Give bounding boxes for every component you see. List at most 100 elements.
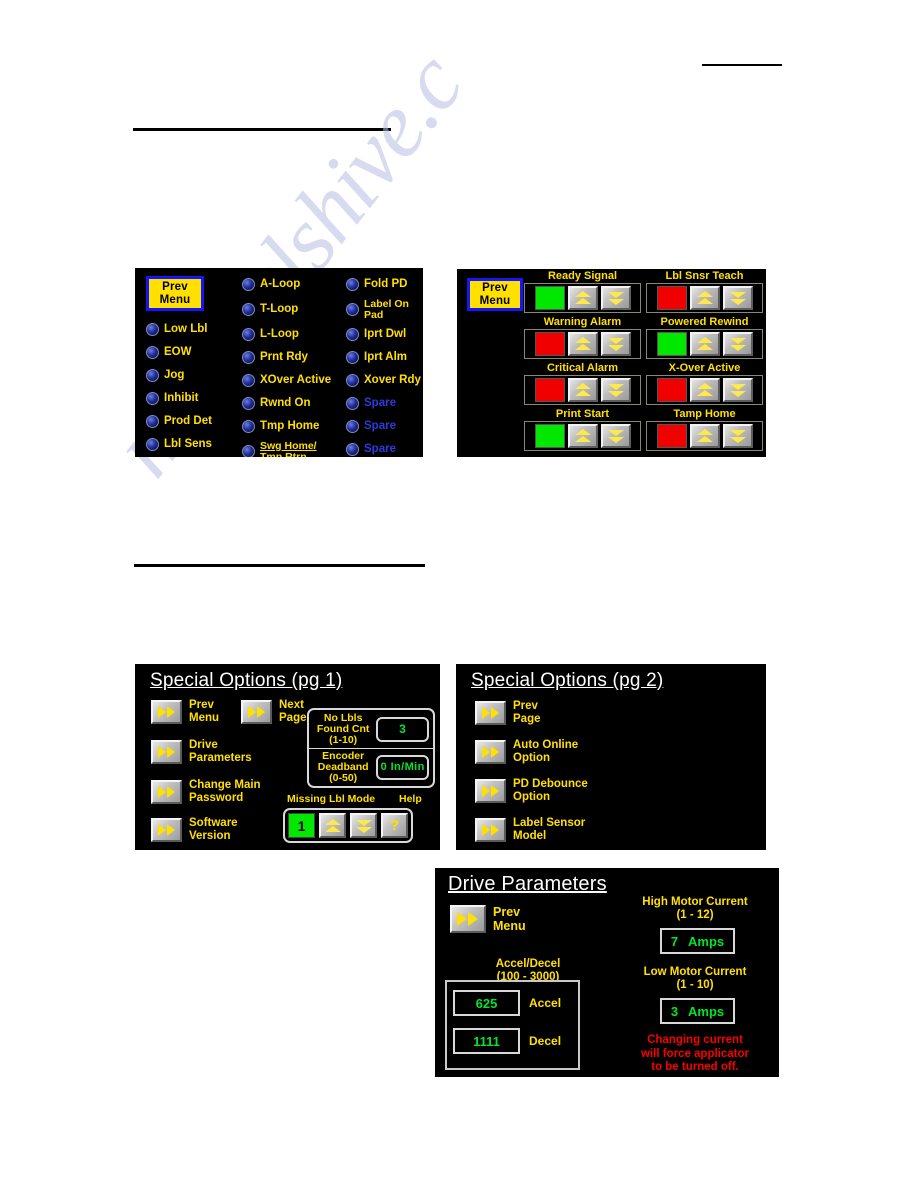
drive-parameters-button[interactable]: Drive Parameters [151,739,252,765]
io-item[interactable]: Rwnd On [242,392,342,415]
signal-state-indicator[interactable] [534,286,565,310]
io-item[interactable]: Fold PD [346,273,423,296]
label-sensor-model-button[interactable]: Label Sensor Model [475,817,585,843]
increment-button[interactable] [567,424,598,448]
button-label: Drive Parameters [189,739,252,765]
io-item[interactable]: Xover Rdy [346,369,423,392]
double-triangle-right-icon [481,784,499,797]
io-item[interactable]: XOver Active [242,369,342,392]
io-item[interactable]: Spare [346,392,423,415]
no-lbls-found-cnt-label: No Lbls Found Cnt (1-10) [313,713,373,746]
prev-menu-button[interactable]: Prev Menu [450,905,526,933]
io-item-label: Prnt Rdy [260,350,308,363]
signal-group-controls [646,421,763,451]
prev-menu-line2: Menu [479,294,511,307]
io-item[interactable]: L-Loop [242,323,342,346]
high-motor-current-unit: Amps [688,933,725,949]
signal-state-indicator[interactable] [534,378,565,402]
signal-state-indicator[interactable] [534,424,565,448]
chevron-down-icon [607,430,624,443]
next-page-button[interactable]: Next Page [241,699,307,725]
decrement-button[interactable] [722,378,753,402]
low-motor-current-field[interactable]: 3 Amps [660,998,735,1024]
button-label-line2: Page [279,711,307,724]
io-item[interactable]: A-Loop [242,273,342,296]
increment-button[interactable] [567,378,598,402]
increment-button[interactable] [567,286,598,310]
warning-line3: to be turned off. [651,1061,739,1074]
signal-state-indicator[interactable] [656,286,687,310]
signal-state-indicator[interactable] [656,332,687,356]
decrement-button[interactable] [722,424,753,448]
high-motor-current-field[interactable]: 7 Amps [660,928,735,954]
low-motor-current-line2: (1 - 10) [676,978,714,991]
decrement-button[interactable] [600,332,631,356]
io-item[interactable]: Label On Pad [346,296,423,323]
led-indicator-icon [242,374,255,387]
io-item[interactable]: Tmp Home [242,415,342,438]
decrement-button[interactable] [722,286,753,310]
missing-lbl-mode-value[interactable]: 1 [288,813,315,838]
io-item[interactable]: EOW [146,341,226,364]
decel-value-field[interactable]: 1111 [453,1028,520,1054]
decrement-button[interactable] [600,378,631,402]
prev-menu-button[interactable]: Prev Menu [467,278,523,311]
decrement-button[interactable] [600,424,631,448]
increment-button[interactable] [689,332,720,356]
signal-state-indicator[interactable] [656,378,687,402]
increment-button[interactable] [689,286,720,310]
led-indicator-icon [242,351,255,364]
prev-menu-button[interactable]: Prev Menu [146,276,204,311]
software-version-button[interactable]: Software Version [151,817,238,843]
button-label-line2: Option [513,790,551,803]
io-item[interactable]: Prnt Rdy [242,346,342,369]
io-item[interactable]: Spare [346,438,423,457]
accel-decel-header-line1: Accel/Decel [495,958,561,970]
io-item-label: Xover Rdy [364,373,421,386]
low-motor-current-unit: Amps [688,1003,725,1019]
increment-button[interactable] [319,813,346,838]
double-triangle-right-icon [157,823,175,836]
io-item-label: Label On Pad [364,297,409,321]
double-triangle-right-icon [481,823,499,836]
change-main-password-button[interactable]: Change Main Password [151,779,261,805]
decrement-button[interactable] [722,332,753,356]
signal-state-indicator[interactable] [656,424,687,448]
io-item[interactable]: Inhibit [146,387,226,410]
panel-title: Special Options (pg 2) [471,670,664,691]
io-item[interactable]: Prod Det [146,410,226,433]
auto-online-option-button[interactable]: Auto Online Option [475,739,578,765]
button-label-line1: Change Main [189,779,261,791]
encoder-deadband-value[interactable]: 0 In/Min [376,754,429,780]
signal-state-indicator[interactable] [534,332,565,356]
no-lbls-found-cnt-value[interactable]: 3 [376,716,429,742]
double-triangle-right-icon [157,745,175,758]
io-item[interactable]: Lbl Sens [146,433,226,456]
label-line2: Deadband [317,760,369,773]
help-button[interactable]: ? [381,813,408,838]
io-item[interactable]: Iprt Dwl [346,323,423,346]
decrement-button[interactable] [600,286,631,310]
led-indicator-icon [346,420,359,433]
increment-button[interactable] [567,332,598,356]
accel-value-field[interactable]: 625 [453,990,520,1016]
fast-forward-icon [475,700,506,725]
io-item[interactable]: T-Loop [242,296,342,323]
increment-button[interactable] [689,378,720,402]
io-item[interactable]: Jog [146,364,226,387]
pd-debounce-option-button[interactable]: PD Debounce Option [475,778,588,804]
signal-group-title: Lbl Snsr Teach [665,270,744,282]
increment-button[interactable] [689,424,720,448]
low-motor-current-header: Low Motor Current (1 - 10) [620,966,770,992]
button-label: Next Page [279,699,307,725]
signal-group-controls [524,421,641,451]
high-motor-current-line1: High Motor Current [642,896,748,908]
io-item[interactable]: Spare [346,415,423,438]
io-item[interactable]: Low Lbl [146,318,226,341]
prev-menu-button[interactable]: Prev Menu [151,699,219,725]
io-item[interactable]: Swg Home/ Tmp Rtrn [242,438,342,457]
prev-page-button[interactable]: Prev Page [475,700,541,726]
decrement-button[interactable] [350,813,377,838]
io-item[interactable]: Iprt Alm [346,346,423,369]
double-triangle-right-icon [481,745,499,758]
